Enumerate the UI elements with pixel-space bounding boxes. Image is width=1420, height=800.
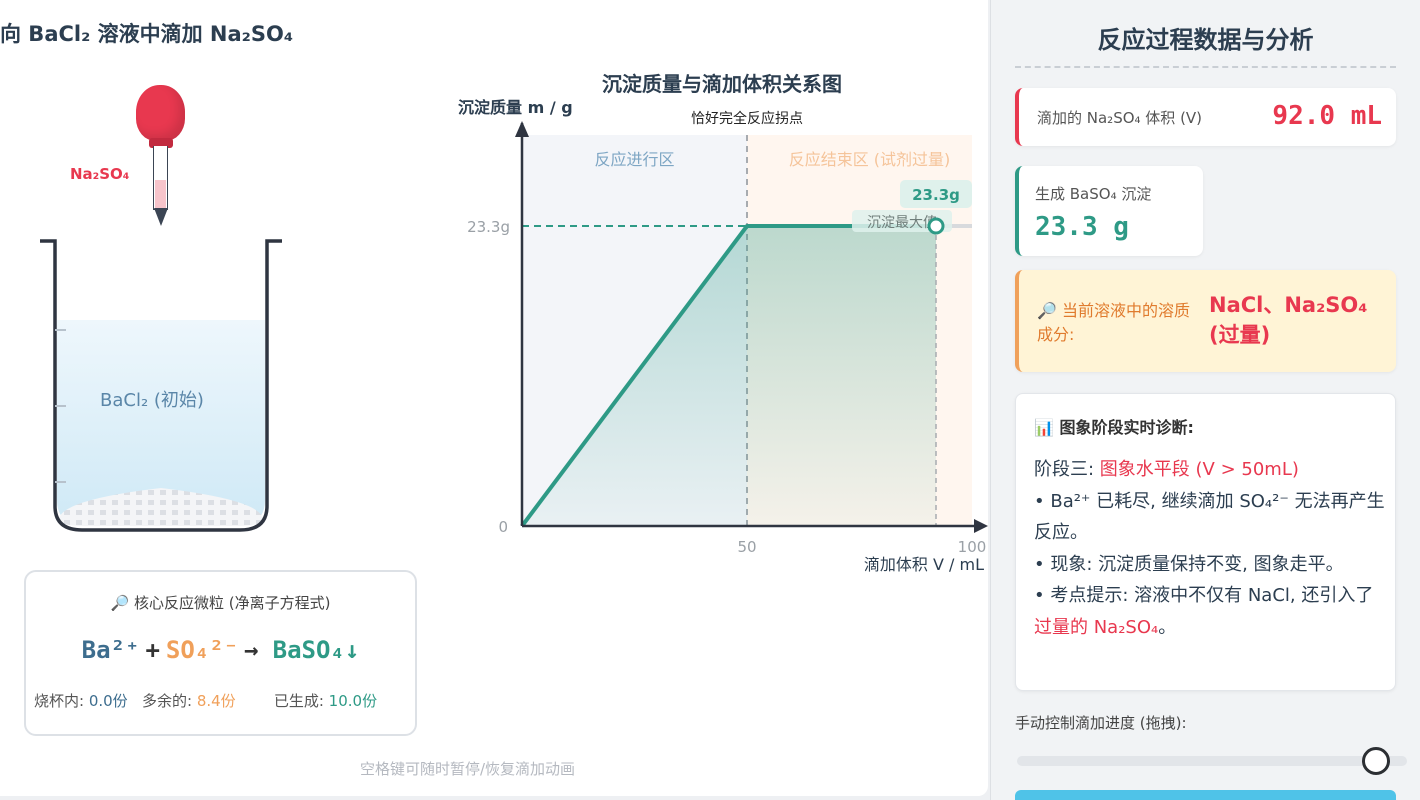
plus-sign: + (145, 636, 160, 664)
experiment-stage: 向 BaCl₂ 溶液中滴加 Na₂SO₄ Na₂SO₄ BaCl₂ (初始) 🔎… (0, 0, 988, 796)
y-tick-0: 0 (498, 518, 508, 536)
chart: 反应进行区 反应结束区 (试剂过量) 恰好完全反应拐点 沉淀质量 m / g 滴加体积 … (458, 98, 988, 574)
dropper-tip (154, 208, 168, 226)
ion-stats: 烧杯内: 0.0份 多余的: 8.4份 已生成: 10.0份 (34, 690, 407, 711)
ion-card-title: 🔎 核心反应微粒 (净离子方程式) (110, 594, 331, 612)
stat-excess-label: 多余的: (142, 692, 197, 710)
diagnosis-line-3: • 考点提示: 溶液中不仅有 NaCl, 还引入了过量的 Na₂SO₄。 (1034, 580, 1386, 643)
x-tick-50: 50 (737, 538, 756, 556)
volume-label: 滴加的 Na₂SO₄ 体积 (V) (1037, 109, 1203, 127)
zone-label-excess: 反应结束区 (试剂过量) (789, 150, 951, 169)
progress-slider-thumb[interactable] (1361, 747, 1390, 775)
ion-equation-card: 🔎 核心反应微粒 (净离子方程式) Ba²⁺ + SO₄²⁻ → BaSO₄↓ 烧杯内:… (24, 570, 417, 736)
barium-ion: Ba²⁺ (81, 636, 140, 664)
current-point (927, 217, 945, 235)
slider-label: 手动控制滴加进度 (拖拽): (1015, 714, 1187, 732)
mass-label: 生成 BaSO₄ 沉淀 (1035, 185, 1152, 203)
stat-in-beaker-label: 烧杯内: (34, 692, 89, 710)
current-value-text: 23.3g (912, 186, 960, 204)
x-tick-100: 100 (958, 538, 987, 556)
dropper-bulb[interactable] (136, 85, 185, 141)
diagnosis-stage: 阶段三: 图象水平段 (V > 50mL) (1034, 454, 1386, 486)
sulfate-ion: SO₄²⁻ (165, 636, 239, 664)
keyboard-hint: 空格键可随时暂停/恢复滴加动画 (360, 760, 576, 778)
panel-divider (1015, 66, 1396, 68)
control-button[interactable] (1015, 790, 1396, 800)
diagnosis-title: 📊 图象阶段实时诊断: (1034, 418, 1194, 437)
stat-produced-value: 10.0份 (328, 692, 378, 710)
arrow-sign: → (244, 636, 259, 664)
inflection-annotation: 恰好完全反应拐点 (691, 110, 803, 127)
product: BaSO₄↓ (272, 636, 360, 664)
ionic-equation: Ba²⁺ + SO₄²⁻ → BaSO₄↓ (26, 636, 415, 664)
stage-name: 图象水平段 (V > 50mL) (1099, 459, 1299, 480)
chart-title: 沉淀质量与滴加体积关系图 (602, 72, 842, 96)
stat-in-beaker-value: 0.0份 (88, 692, 128, 710)
y-axis-arrow (515, 121, 529, 137)
diagnosis-line-1: • Ba²⁺ 已耗尽, 继续滴加 SO₄²⁻ 无法再产生反应。 (1034, 490, 1385, 544)
diagnosis-line-2: • 现象: 沉淀质量保持不变, 图象走平。 (1034, 553, 1344, 575)
y-tick-max: 23.3g (467, 218, 510, 236)
volume-card: 滴加的 Na₂SO₄ 体积 (V) 92.0 mL (1015, 88, 1396, 146)
solute-card: 🔎 当前溶液中的溶质成分: NaCl、Na₂SO₄ (过量) (1015, 270, 1396, 372)
dropper-label: Na₂SO₄ (70, 165, 130, 183)
diagnosis-line-3-a: • 考点提示: 溶液中不仅有 NaCl, 还引入了 (1034, 585, 1374, 606)
solute-value: NaCl、Na₂SO₄ (过量) (1209, 293, 1368, 347)
zone-label-reaction: 反应进行区 (594, 150, 674, 169)
analysis-panel: 反应过程数据与分析 滴加的 Na₂SO₄ 体积 (V) 92.0 mL 生成 B… (990, 0, 1420, 800)
volume-value: 92.0 mL (1272, 101, 1382, 131)
y-axis-label: 沉淀质量 m / g (458, 98, 573, 117)
dropper-liquid (155, 180, 166, 210)
current-note-text: 沉淀最大值 (867, 215, 937, 231)
stage-prefix: 阶段三: (1034, 459, 1100, 480)
page-title: 向 BaCl₂ 溶液中滴加 Na₂SO₄ (0, 22, 294, 46)
stat-produced-label: 已生成: (273, 692, 329, 710)
progress-slider-track[interactable] (1017, 756, 1407, 766)
diagnosis-body: 阶段三: 图象水平段 (V > 50mL) • Ba²⁺ 已耗尽, 继续滴加 S… (1034, 454, 1386, 643)
panel-title: 反应过程数据与分析 (1097, 26, 1314, 54)
diagnosis-line-3-b: 过量的 Na₂SO₄ (1034, 616, 1159, 638)
diagnosis-card: 📊 图象阶段实时诊断: 阶段三: 图象水平段 (V > 50mL) • Ba²⁺… (1015, 393, 1396, 691)
mass-value: 23.3 g (1035, 212, 1129, 242)
stat-excess-value: 8.4份 (196, 692, 236, 710)
diagnosis-line-3-c: 。 (1158, 616, 1177, 638)
x-axis-arrow (974, 519, 988, 533)
x-axis-label: 滴加体积 V / mL (864, 555, 984, 574)
mass-card: 生成 BaSO₄ 沉淀 23.3 g (1015, 166, 1203, 256)
solute-label: 🔎 当前溶液中的溶质成分: (1037, 301, 1191, 344)
beaker-label: BaCl₂ (初始) (100, 390, 204, 411)
